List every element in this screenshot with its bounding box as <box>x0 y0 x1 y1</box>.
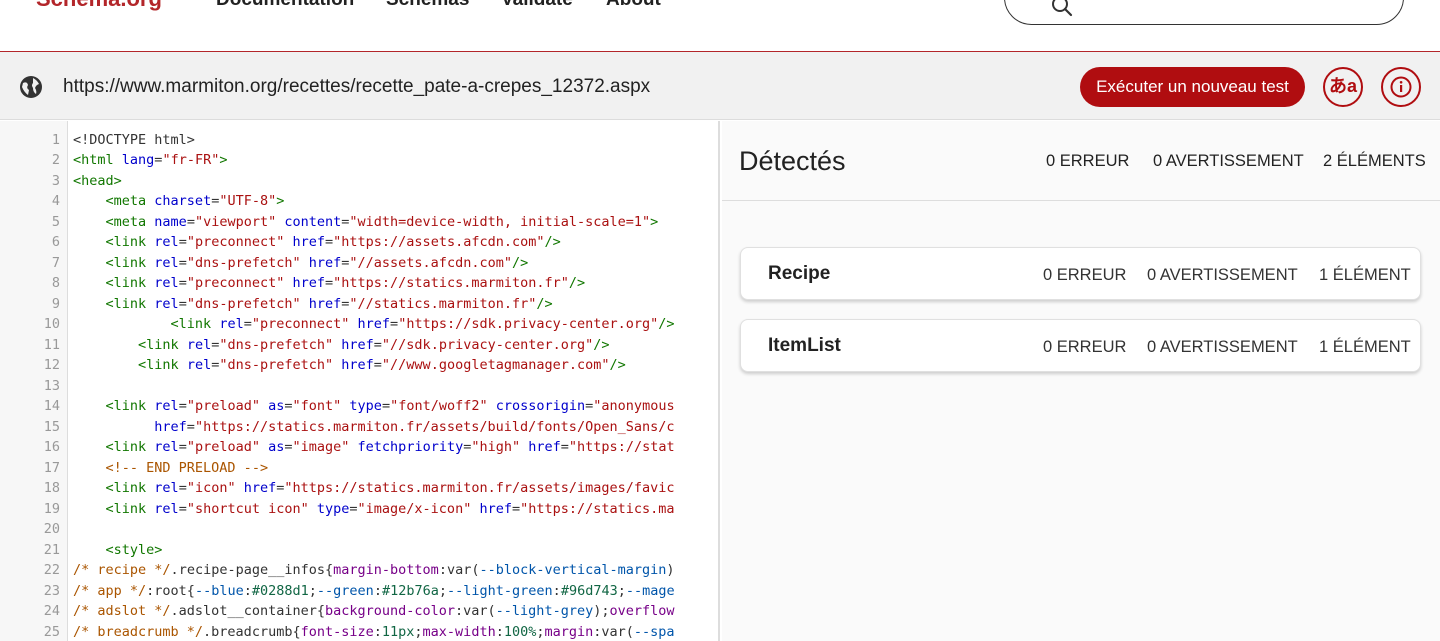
code-text: <!DOCTYPE html> <box>73 131 195 148</box>
line-number: 8 <box>51 275 60 291</box>
results-pane: Détectés 0 ERREUR 0 AVERTISSEMENT 2 ÉLÉM… <box>722 121 1440 641</box>
result-errors: 0 ERREUR <box>1043 338 1127 356</box>
line-number: 1 <box>51 131 60 148</box>
code-text: <link rel="preload" as="font" type="font… <box>105 398 675 414</box>
line-number: 4 <box>51 193 60 209</box>
line-number: 11 <box>43 336 60 353</box>
line-number: 22 <box>43 562 60 578</box>
code-text: <!-- END PRELOAD --> <box>105 459 269 476</box>
search-icon <box>1052 0 1073 17</box>
tested-url: https://www.marmiton.org/recettes/recett… <box>63 76 651 97</box>
result-card-recipe[interactable]: Recipe 0 ERREUR 0 AVERTISSEMENT 1 ÉLÉMEN… <box>740 247 1421 300</box>
code-text: <link rel="shortcut icon" type="image/x-… <box>105 500 675 517</box>
result-errors: 0 ERREUR <box>1043 266 1127 284</box>
code-text: <link rel="dns-prefetch" href="//www.goo… <box>138 357 626 373</box>
line-number: 14 <box>43 398 60 414</box>
url-bar: https://www.marmiton.org/recettes/recett… <box>0 52 1440 120</box>
schema-org-logo[interactable]: Schema.org <box>36 0 162 10</box>
code-text: <link rel="icon" href="https://statics.m… <box>105 480 675 496</box>
line-number: 19 <box>43 500 60 517</box>
result-items: 1 ÉLÉMENT <box>1319 266 1411 284</box>
code-text: <style> <box>105 541 163 558</box>
line-number: 16 <box>43 439 60 455</box>
code-text: href="https://statics.marmiton.fr/assets… <box>154 418 675 435</box>
code-text: <link rel="dns-prefetch" href="//statics… <box>105 295 553 312</box>
code-text: /* adslot */.adslot__container{backgroun… <box>73 603 675 619</box>
line-number: 23 <box>43 582 60 599</box>
line-number: 21 <box>43 541 60 558</box>
code-text: <link rel="preload" as="image" fetchprio… <box>105 439 675 455</box>
result-type-name: Recipe <box>768 263 831 284</box>
code-text: <head> <box>73 172 122 189</box>
line-number: 10 <box>43 316 60 332</box>
result-card-itemlist[interactable]: ItemList 0 ERREUR 0 AVERTISSEMENT 1 ÉLÉM… <box>740 319 1421 372</box>
line-number: 17 <box>43 459 60 476</box>
line-number: 25 <box>43 623 60 640</box>
total-errors: 0 ERREUR <box>1046 152 1130 170</box>
line-number: 13 <box>43 377 60 394</box>
nav-link-validate[interactable]: Validate <box>501 0 573 10</box>
results-title: Détectés <box>739 146 846 176</box>
total-warnings: 0 AVERTISSEMENT <box>1153 152 1304 170</box>
info-button[interactable] <box>1381 67 1421 107</box>
line-number: 18 <box>43 480 60 496</box>
line-number: 9 <box>51 295 60 312</box>
line-number: 20 <box>43 521 60 537</box>
code-text: /* breadcrumb */.breadcrumb{font-size:11… <box>73 623 675 640</box>
line-number: 3 <box>51 172 60 189</box>
code-text: /* recipe */.recipe-page__infos{margin-b… <box>73 562 675 578</box>
language-button[interactable]: あa <box>1323 67 1363 107</box>
result-items: 1 ÉLÉMENT <box>1319 338 1411 356</box>
line-number: 6 <box>51 234 60 250</box>
result-warnings: 0 AVERTISSEMENT <box>1147 338 1298 356</box>
code-text: <html lang="fr-FR"> <box>73 152 228 168</box>
code-text: <link rel="dns-prefetch" href="//assets.… <box>105 254 529 271</box>
info-icon <box>1390 76 1412 98</box>
globe-icon <box>20 76 42 98</box>
code-text: <link rel="preconnect" href="https://sta… <box>105 275 586 291</box>
line-number: 2 <box>51 152 60 168</box>
line-number: 7 <box>51 254 60 271</box>
results-header: Détectés 0 ERREUR 0 AVERTISSEMENT 2 ÉLÉM… <box>722 121 1440 201</box>
nav-link-schemas[interactable]: Schemas <box>386 0 469 10</box>
code-text: <meta charset="UTF-8"> <box>105 193 285 209</box>
source-code-pane[interactable]: 1 <!DOCTYPE html> 2 <html lang="fr-FR"> 3 <he… <box>0 121 720 641</box>
result-warnings: 0 AVERTISSEMENT <box>1147 266 1298 284</box>
code-text: <link rel="preconnect" href="https://ass… <box>105 234 561 250</box>
run-new-test-button[interactable]: Exécuter un nouveau test <box>1080 67 1305 107</box>
code-text: <meta name="viewport" content="width=dev… <box>105 213 659 230</box>
nav-link-documentation[interactable]: Documentation <box>216 0 354 10</box>
top-navigation: Schema.org Documentation Schemas Validat… <box>0 0 1440 52</box>
line-number: 15 <box>43 418 60 435</box>
code-text: <link rel="dns-prefetch" href="//sdk.pri… <box>138 336 610 353</box>
line-number: 24 <box>43 603 60 619</box>
code-text: <link rel="preconnect" href="https://sdk… <box>170 316 675 332</box>
total-items: 2 ÉLÉMENTS <box>1323 152 1426 170</box>
search-input[interactable] <box>1004 0 1404 25</box>
result-type-name: ItemList <box>768 335 841 356</box>
line-number: 12 <box>43 357 60 373</box>
line-number: 5 <box>51 213 60 230</box>
code-text: /* app */:root{--blue:#0288d1;--green:#1… <box>73 582 675 599</box>
nav-link-about[interactable]: About <box>606 0 661 10</box>
